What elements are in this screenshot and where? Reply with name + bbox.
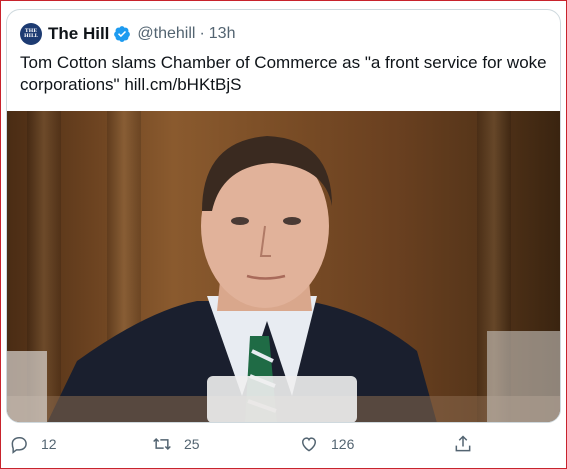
- reply-count: 12: [41, 436, 57, 452]
- tweet-photo[interactable]: [7, 111, 560, 422]
- author-name[interactable]: The Hill: [48, 24, 109, 44]
- share-button[interactable]: [453, 429, 473, 459]
- like-count: 126: [331, 436, 355, 452]
- photo-illustration: [7, 136, 560, 422]
- author-handle[interactable]: @thehill: [137, 25, 195, 43]
- verified-badge-icon: [114, 26, 131, 42]
- screenshot-frame: THE HILL The Hill @thehill · 13h Tom Cot…: [0, 0, 567, 469]
- tweet-card[interactable]: THE HILL The Hill @thehill · 13h Tom Cot…: [6, 9, 561, 423]
- share-icon: [455, 435, 471, 452]
- retweet-icon: [153, 437, 171, 451]
- tweet-timestamp[interactable]: 13h: [209, 25, 236, 43]
- tweet-actions: 12 25 126: [1, 429, 567, 459]
- tweet-header: THE HILL The Hill @thehill · 13h: [20, 22, 235, 46]
- avatar[interactable]: THE HILL: [20, 23, 42, 45]
- tweet-link[interactable]: hill.cm/bHKtBjS: [124, 75, 241, 94]
- like-button[interactable]: 126: [299, 429, 354, 459]
- reply-icon: [11, 437, 27, 454]
- avatar-logo-text: THE HILL: [23, 28, 39, 39]
- separator-dot: ·: [199, 25, 205, 42]
- tweet-body: Tom Cotton slams Chamber of Commerce as …: [20, 53, 547, 94]
- retweet-count: 25: [184, 436, 200, 452]
- reply-button[interactable]: 12: [9, 429, 57, 459]
- heart-icon: [301, 437, 317, 452]
- tweet-text: Tom Cotton slams Chamber of Commerce as …: [20, 52, 550, 96]
- retweet-button[interactable]: 25: [152, 429, 200, 459]
